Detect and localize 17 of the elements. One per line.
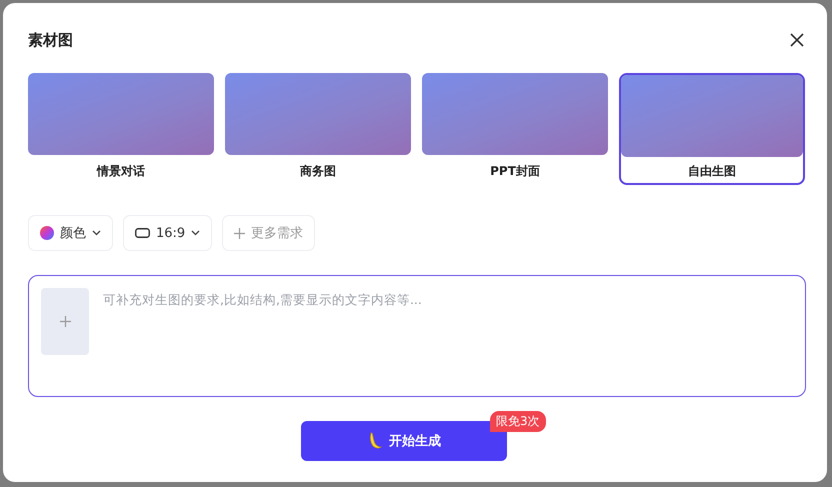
plus-icon [234,228,246,238]
category-card[interactable]: 情景对话 [28,73,214,185]
prompt-box[interactable]: 可补充对生图的要求,比如结构,需要显示的文字内容等... [28,275,806,397]
category-card[interactable]: 商务图 [225,73,411,185]
free-quota-badge: 限免3次 [490,411,546,432]
chevron-down-icon [191,230,200,236]
dialog-title: 素材图 [28,30,73,50]
ratio-dropdown[interactable]: 16:9 [123,215,212,251]
rectangle-icon [135,228,150,238]
chevron-down-icon [92,230,101,236]
banana-icon [367,432,383,450]
close-icon[interactable] [789,32,805,48]
category-card[interactable]: 自由生图 [619,73,805,185]
color-icon [40,226,54,240]
plus-icon [60,316,70,327]
color-dropdown[interactable]: 颜色 [28,215,113,251]
category-card[interactable]: PPT封面 [422,73,608,185]
